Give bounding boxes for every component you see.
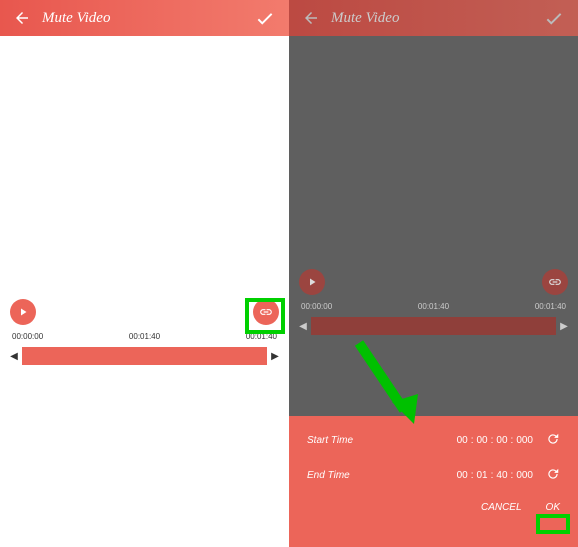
video-preview	[0, 36, 289, 294]
cancel-button[interactable]: CANCEL	[481, 502, 522, 513]
play-button[interactable]	[299, 269, 325, 295]
reset-start-icon[interactable]	[546, 432, 560, 449]
page-title: Mute Video	[331, 10, 542, 27]
slider-track[interactable]	[22, 347, 267, 365]
chevron-right-icon[interactable]: ▶	[560, 321, 568, 332]
header: Mute Video	[289, 0, 578, 36]
time-end: 00:01:40	[246, 332, 277, 341]
time-sheet: Start Time 00: 00: 00: 000 End Time 00: …	[289, 416, 578, 547]
chevron-left-icon[interactable]: ◀	[10, 351, 18, 362]
screen-right: Mute Video 00:00:00 00:01:40 00:01:40 ◀ …	[289, 0, 578, 547]
check-icon[interactable]	[253, 6, 277, 30]
page-title: Mute Video	[42, 10, 253, 27]
start-mm[interactable]: 00	[477, 435, 488, 446]
trim-slider[interactable]: ◀ ▶	[10, 347, 279, 365]
controls: 00:00:00 00:01:40 00:01:40 ◀ ▶	[0, 296, 289, 365]
reset-end-icon[interactable]	[546, 467, 560, 484]
chevron-right-icon[interactable]: ▶	[271, 351, 279, 362]
check-icon[interactable]	[542, 6, 566, 30]
ok-button[interactable]: OK	[546, 502, 560, 513]
settings-link-button[interactable]	[542, 269, 568, 295]
start-ms[interactable]: 000	[516, 435, 533, 446]
start-hh[interactable]: 00	[457, 435, 468, 446]
end-time-row: End Time 00: 01: 40: 000	[307, 467, 560, 484]
time-end: 00:01:40	[535, 302, 566, 311]
trim-slider[interactable]: ◀ ▶	[299, 317, 568, 335]
time-markers: 00:00:00 00:01:40 00:01:40	[10, 328, 279, 347]
end-ms[interactable]: 000	[516, 470, 533, 481]
back-icon[interactable]	[12, 8, 32, 28]
controls: 00:00:00 00:01:40 00:01:40 ◀ ▶	[289, 266, 578, 335]
video-preview	[289, 36, 578, 264]
time-start: 00:00:00	[12, 332, 43, 341]
chevron-left-icon[interactable]: ◀	[299, 321, 307, 332]
time-mid: 00:01:40	[418, 302, 449, 311]
start-ss[interactable]: 00	[496, 435, 507, 446]
time-start: 00:00:00	[301, 302, 332, 311]
start-time-label: Start Time	[307, 435, 377, 446]
time-mid: 00:01:40	[129, 332, 160, 341]
end-hh[interactable]: 00	[457, 470, 468, 481]
end-time-label: End Time	[307, 470, 377, 481]
end-ss[interactable]: 40	[496, 470, 507, 481]
screen-left: Mute Video 00:00:00 00:01:40 00:01:40 ◀ …	[0, 0, 289, 547]
header: Mute Video	[0, 0, 289, 36]
back-icon[interactable]	[301, 8, 321, 28]
start-time-row: Start Time 00: 00: 00: 000	[307, 432, 560, 449]
settings-link-button[interactable]	[253, 299, 279, 325]
end-mm[interactable]: 01	[477, 470, 488, 481]
time-markers: 00:00:00 00:01:40 00:01:40	[299, 298, 568, 317]
slider-track[interactable]	[311, 317, 556, 335]
play-button[interactable]	[10, 299, 36, 325]
